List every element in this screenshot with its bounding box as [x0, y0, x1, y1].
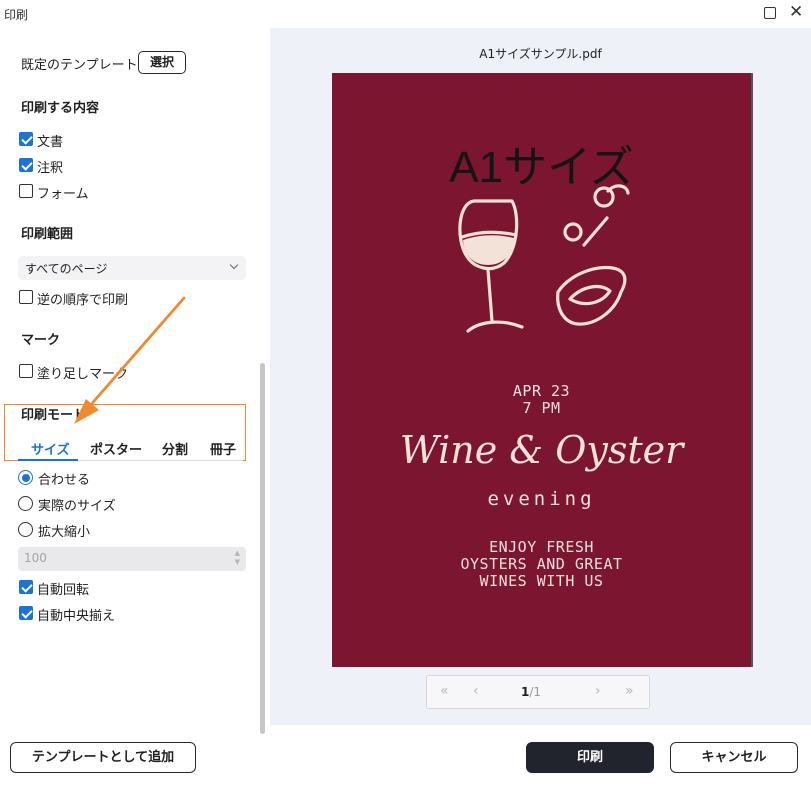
date-line-1: APR 23	[512, 382, 571, 400]
print-button[interactable]: 印刷	[526, 742, 654, 773]
form-checkbox[interactable]	[19, 184, 33, 198]
fit-label: 合わせる	[38, 473, 91, 488]
prev-page-icon[interactable]: ‹	[473, 683, 479, 699]
annotation-checkbox[interactable]	[19, 158, 33, 172]
mark-heading: マーク	[21, 333, 61, 348]
event-title: Wine & Oyster	[399, 428, 684, 472]
reverse-order-checkbox[interactable]	[19, 290, 33, 304]
tab-poster[interactable]: ポスター	[90, 439, 142, 458]
page-navigator: « ‹ 1/1 › »	[426, 675, 650, 709]
active-tab-indicator	[18, 459, 78, 461]
form-label: フォーム	[37, 187, 89, 202]
preview-panel: A1サイズサンプル.pdf A1サイズ APR 23 7 PM Wine & O…	[270, 28, 811, 725]
preview-filename: A1サイズサンプル.pdf	[479, 47, 602, 61]
scale-label: 拡大縮小	[38, 525, 91, 540]
auto-center-label: 自動中央揃え	[37, 609, 116, 624]
stepper-icon: ▲ ▼	[234, 549, 240, 566]
select-template-button[interactable]: 選択	[138, 51, 186, 74]
document-checkbox[interactable]	[19, 132, 33, 146]
add-as-template-button[interactable]: テンプレートとして追加	[10, 742, 196, 773]
title-bar: 印刷 ✕	[0, 0, 811, 28]
next-page-icon[interactable]: ›	[595, 683, 601, 699]
maximize-icon[interactable]	[764, 7, 776, 19]
page-preview: A1サイズ APR 23 7 PM Wine & Oyster evening …	[332, 73, 753, 667]
zoom-value: 100	[24, 551, 47, 565]
actual-size-radio[interactable]	[18, 496, 33, 511]
actual-size-label: 実際のサイズ	[38, 499, 116, 514]
document-label: 文書	[37, 135, 64, 150]
tab-size[interactable]: サイズ	[31, 439, 70, 458]
auto-rotate-checkbox[interactable]	[19, 580, 33, 594]
print-content-heading: 印刷する内容	[21, 101, 100, 116]
print-range-value: すべてのページ	[25, 262, 108, 276]
auto-center-checkbox[interactable]	[19, 606, 33, 620]
close-icon[interactable]: ✕	[789, 4, 803, 21]
print-range-select[interactable]: すべてのページ	[18, 256, 246, 280]
cancel-button[interactable]: キャンセル	[670, 742, 798, 773]
fit-radio[interactable]	[18, 470, 33, 485]
bleed-mark-checkbox[interactable]	[19, 364, 33, 378]
zoom-input: 100 ▲ ▼	[18, 547, 246, 571]
window-title: 印刷	[4, 8, 29, 22]
promo-line-2: OYSTERS AND GREAT	[460, 555, 623, 573]
promo-line-3: WINES WITH US	[479, 572, 604, 590]
event-subtitle: evening	[487, 488, 596, 510]
page-number: 1/1	[521, 685, 542, 699]
tab-split[interactable]: 分割	[162, 439, 188, 458]
annotation-label: 注釈	[37, 161, 64, 176]
chevron-down-icon	[229, 260, 239, 270]
tab-booklet[interactable]: 冊子	[210, 439, 236, 458]
print-range-heading: 印刷範囲	[21, 227, 74, 242]
last-page-icon[interactable]: »	[625, 683, 634, 699]
first-page-icon[interactable]: «	[440, 683, 449, 699]
oyster-icon	[556, 265, 627, 326]
promo-line-1: ENJOY FRESH	[489, 538, 594, 556]
auto-rotate-label: 自動回転	[37, 583, 90, 598]
reverse-order-label: 逆の順序で印刷	[37, 293, 129, 308]
date-line-2: 7 PM	[522, 399, 561, 417]
scale-radio[interactable]	[18, 522, 33, 537]
default-template-label: 既定のテンプレート	[21, 58, 138, 73]
skewer-icon	[582, 216, 609, 247]
settings-scrollbar[interactable]	[260, 363, 265, 734]
bleed-mark-label: 塗り足しマーク	[37, 367, 129, 382]
